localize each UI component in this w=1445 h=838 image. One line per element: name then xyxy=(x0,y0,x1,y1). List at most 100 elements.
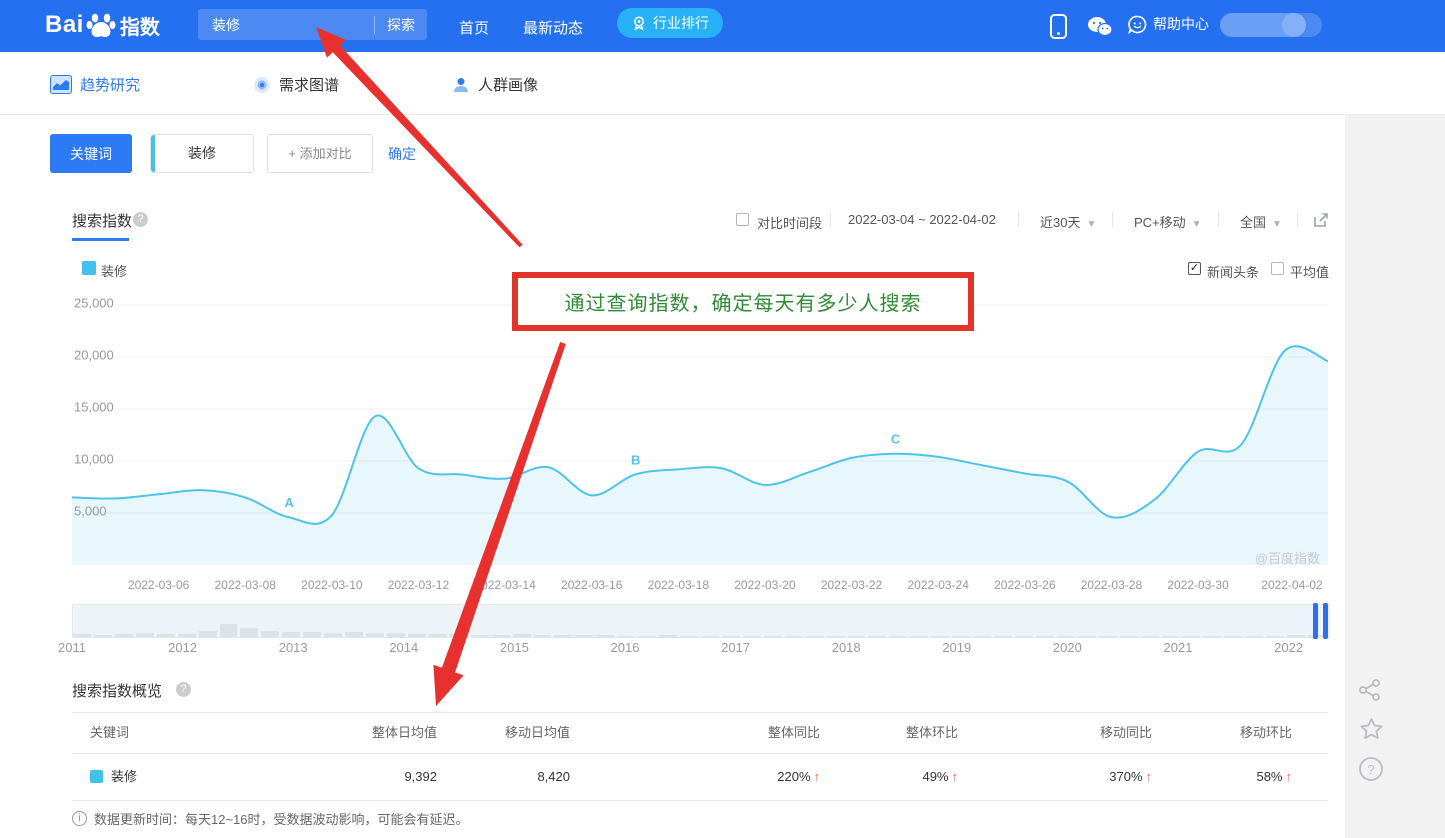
timeline-histogram-bar xyxy=(1015,636,1033,637)
marker-A[interactable]: A xyxy=(285,495,295,510)
search-index-help-icon[interactable]: ? xyxy=(133,212,148,227)
average-label[interactable]: 平均值 xyxy=(1290,262,1329,281)
value-cell-mobile_avg: 8,420 xyxy=(437,753,570,800)
timeline-histogram-bar xyxy=(722,636,740,637)
timeline-year-label: 2017 xyxy=(706,640,766,655)
add-compare-button[interactable]: + 添加对比 xyxy=(267,134,373,173)
logo-text-suffix: 指数 xyxy=(120,11,160,40)
timeline-year-label: 2014 xyxy=(374,640,434,655)
timeline-histogram-bar xyxy=(534,635,552,637)
value-cell-overall_avg: 9,392 xyxy=(272,753,437,800)
user-account-blurred-2[interactable] xyxy=(1282,13,1322,37)
x-axis-label: 2022-04-02 xyxy=(1249,578,1335,592)
row-keyword[interactable]: 装修 xyxy=(111,753,137,800)
timeline-slider[interactable] xyxy=(72,604,1330,638)
wechat-icon[interactable] xyxy=(1087,16,1113,38)
confirm-button[interactable]: 确定 xyxy=(388,144,416,164)
slider-handle-right[interactable] xyxy=(1323,603,1328,639)
compare-period-checkbox[interactable] xyxy=(736,213,749,226)
timeline-histogram-bar xyxy=(1203,636,1221,637)
keyword-cell[interactable]: 装修 xyxy=(72,753,272,800)
search-index-trend-chart[interactable]: 5,00010,00015,00020,00025,000ABC xyxy=(72,292,1328,574)
x-axis-label: 2022-03-28 xyxy=(1068,578,1154,592)
slider-handle-left[interactable] xyxy=(1313,603,1318,639)
timeline-histogram-bar xyxy=(136,633,154,637)
mobile-app-icon[interactable] xyxy=(1050,14,1067,39)
range-select[interactable]: 近30天▼ xyxy=(1040,212,1096,231)
help-center-label: 帮助中心 xyxy=(1153,14,1209,34)
timeline-histogram-bar xyxy=(868,636,886,637)
y-axis-label: 5,000 xyxy=(74,503,107,518)
region-select[interactable]: 全国▼ xyxy=(1240,212,1282,231)
timeline-histogram-bar xyxy=(220,624,238,637)
column-header: 移动日均值 xyxy=(437,713,570,753)
y-axis-label: 20,000 xyxy=(74,347,114,362)
help-circle-icon[interactable]: ? xyxy=(1358,756,1384,782)
keyword-input[interactable]: 装修 xyxy=(150,134,254,173)
average-checkbox[interactable] xyxy=(1271,262,1284,275)
x-axis-label: 2022-03-14 xyxy=(462,578,548,592)
timeline-histogram-bar xyxy=(1120,636,1138,637)
favorite-star-icon[interactable] xyxy=(1358,716,1385,743)
value-cell-overall_yoy: 220%↑ xyxy=(570,753,820,800)
tab-crowd-portrait[interactable]: 人群画像 xyxy=(452,74,538,95)
baidu-index-logo[interactable]: Bai 指数 xyxy=(45,8,160,42)
data-update-note: i 数据更新时间：每天12~16时，受数据波动影响，可能会有延迟。 xyxy=(72,809,469,828)
search-input[interactable]: 装修 xyxy=(212,15,374,35)
timeline-histogram-bar xyxy=(1162,636,1180,637)
divider xyxy=(1297,212,1298,227)
marker-C[interactable]: C xyxy=(891,432,901,447)
share-icon[interactable] xyxy=(1358,678,1382,702)
row-keyword-swatch xyxy=(90,770,103,783)
timeline-histogram-bar xyxy=(261,631,279,637)
timeline-histogram-bar xyxy=(366,633,384,637)
platform-select[interactable]: PC+移动▼ xyxy=(1134,212,1202,231)
keyword-type-button[interactable]: 关键词 xyxy=(50,134,132,173)
baidu-paw-icon xyxy=(84,8,118,42)
timeline-histogram-bar xyxy=(680,636,698,637)
x-axis-label: 2022-03-20 xyxy=(722,578,808,592)
tab-demand-graph[interactable]: 需求图谱 xyxy=(253,74,339,95)
news-headlines-checkbox[interactable]: ✓ xyxy=(1188,262,1201,275)
x-axis-label: 2022-03-08 xyxy=(202,578,288,592)
timeline-histogram-bar xyxy=(827,636,845,637)
timeline-histogram-bar xyxy=(931,636,949,637)
timeline-histogram-bar xyxy=(659,635,677,637)
divider xyxy=(1018,212,1019,227)
timeline-year-label: 2013 xyxy=(263,640,323,655)
timeline-histogram-bar xyxy=(1245,636,1263,637)
help-center-link[interactable]: 帮助中心 xyxy=(1128,14,1209,34)
top-header: Bai 指数 装修 探索 首页 最新动态 行业排行 xyxy=(0,0,1445,52)
timeline-year-label: 2019 xyxy=(927,640,987,655)
timeline-histogram-bar xyxy=(785,636,803,637)
timeline-histogram-bar xyxy=(638,636,656,637)
timeline-histogram-bar xyxy=(1099,636,1117,637)
svg-text:?: ? xyxy=(1367,762,1374,777)
news-headlines-label[interactable]: 新闻头条 xyxy=(1207,262,1259,281)
explore-button[interactable]: 探索 xyxy=(375,15,427,35)
date-range-value[interactable]: 2022-03-04 ~ 2022-04-02 xyxy=(848,212,996,227)
legend-swatch xyxy=(82,261,96,275)
marker-B[interactable]: B xyxy=(631,453,640,468)
tab-trend-research[interactable]: 趋势研究 xyxy=(50,74,140,95)
timeline-year-label: 2015 xyxy=(484,640,544,655)
nav-home[interactable]: 首页 xyxy=(459,17,489,38)
section-tabs-bar xyxy=(0,52,1445,115)
timeline-year-label: 2022 xyxy=(1259,640,1319,655)
timeline-histogram-bar xyxy=(199,631,217,637)
export-icon[interactable] xyxy=(1312,211,1330,229)
y-axis-label: 10,000 xyxy=(74,451,114,466)
timeline-histogram-bar xyxy=(94,635,112,637)
column-header: 关键词 xyxy=(72,713,272,753)
timeline-histogram-bar xyxy=(408,634,426,637)
overview-help-icon[interactable]: ? xyxy=(176,682,191,697)
header-search-box[interactable]: 装修 探索 xyxy=(198,9,427,40)
timeline-year-label: 2012 xyxy=(153,640,213,655)
info-icon: i xyxy=(72,811,87,826)
x-axis-label: 2022-03-26 xyxy=(982,578,1068,592)
industry-rank-button[interactable]: 行业排行 xyxy=(617,8,723,38)
compare-period-label[interactable]: 对比时间段 xyxy=(757,213,822,232)
nav-latest-news[interactable]: 最新动态 xyxy=(523,17,583,38)
rank-badge-icon xyxy=(631,15,647,31)
timeline-year-label: 2016 xyxy=(595,640,655,655)
